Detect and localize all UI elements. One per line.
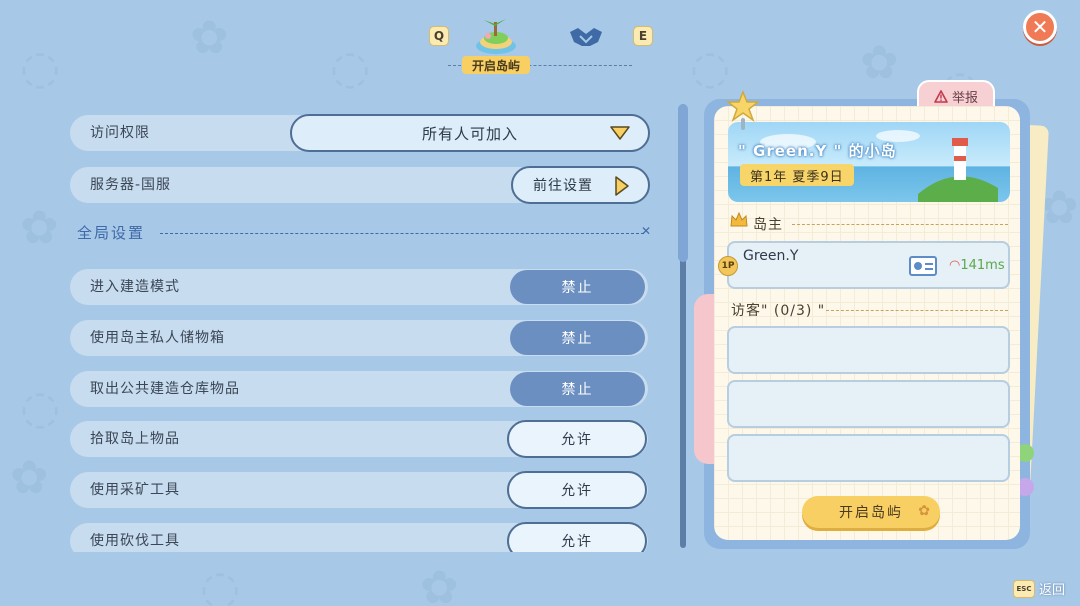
open-island-label: 开启岛屿 (839, 505, 903, 521)
permission-toggle[interactable]: 允许 (507, 471, 647, 509)
access-dropdown[interactable]: 所有人可加入 (290, 114, 650, 152)
visitor-slot[interactable] (727, 434, 1010, 482)
wifi-icon: ◠ (949, 258, 961, 273)
server-label: 服务器-国服 (90, 177, 172, 193)
permission-toggle[interactable]: 禁止 (510, 321, 645, 355)
goto-settings-button[interactable]: 前往设置 (511, 166, 650, 204)
crown-icon (729, 211, 749, 233)
access-row: 访问权限 所有人可加入 (70, 114, 650, 152)
island-name: " Green.Y " 的小岛 (738, 142, 897, 160)
island-banner: " Green.Y " 的小岛 第1年 夏季9日 (728, 122, 1010, 202)
visitor-slot[interactable] (727, 326, 1010, 374)
permission-toggle[interactable]: 允许 (507, 420, 647, 458)
permission-label: 取出公共建造仓库物品 (90, 381, 240, 397)
report-label: 举报 (951, 90, 978, 106)
island-date: 第1年 夏季9日 (740, 164, 854, 186)
permission-label: 拾取岛上物品 (90, 431, 180, 447)
section-title: 全局设置 (77, 224, 146, 242)
close-icon: ✕ (1031, 15, 1049, 39)
chevron-right-icon (615, 176, 629, 196)
star-pin-icon (725, 89, 761, 136)
paw-icon: ✿ (918, 503, 932, 519)
permission-row: 拾取岛上物品 允许 (70, 420, 648, 458)
back-button[interactable]: ESC 返回 (1013, 579, 1065, 598)
permission-label: 使用砍伐工具 (90, 533, 180, 549)
permission-label: 使用采矿工具 (90, 482, 180, 498)
ping-value: 141ms (960, 258, 1005, 273)
profile-card-icon[interactable] (909, 256, 937, 276)
warning-icon (934, 89, 948, 103)
back-label: 返回 (1039, 583, 1066, 598)
permission-toggle[interactable]: 禁止 (510, 372, 645, 406)
close-button[interactable]: ✕ (1023, 10, 1057, 44)
lighthouse-island-illustration (760, 130, 998, 202)
visitors-section-divider (826, 310, 1008, 311)
permission-row: 进入建造模式 禁止 (70, 269, 648, 305)
scrollbar-thumb[interactable] (678, 104, 688, 262)
host-section-divider (792, 224, 1008, 225)
permission-row: 使用砍伐工具 允许 (70, 522, 648, 552)
permission-row: 使用采矿工具 允许 (70, 471, 648, 509)
visitor-slot[interactable] (727, 380, 1010, 428)
section-divider (160, 233, 644, 234)
permission-toggle[interactable]: 禁止 (510, 270, 645, 304)
host-name: Green.Y (743, 248, 799, 264)
goto-settings-label: 前往设置 (533, 178, 593, 194)
access-value: 所有人可加入 (421, 124, 518, 143)
player-one-badge: 1P (718, 256, 738, 276)
permission-row: 使用岛主私人储物箱 禁止 (70, 320, 648, 356)
access-label: 访问权限 (90, 125, 150, 141)
permission-row: 取出公共建造仓库物品 禁止 (70, 371, 648, 407)
divider-end-icon: ✕ (641, 224, 652, 238)
host-section-label: 岛主 (753, 217, 783, 233)
permission-toggle[interactable]: 允许 (507, 522, 647, 552)
ping-readout: ◠141ms (949, 258, 1005, 273)
settings-list: 访问权限 所有人可加入 服务器-国服 前往设置 进入建造模式 禁止 使用岛主私人… (70, 0, 650, 552)
host-slot[interactable]: Green.Y ◠141ms (727, 241, 1010, 289)
chevron-down-icon (610, 126, 630, 140)
open-island-button[interactable]: 开启岛屿 ✿ (802, 496, 940, 528)
permission-label: 进入建造模式 (90, 279, 180, 295)
visitors-section-label: 访客" (0/3) " (731, 303, 826, 319)
permission-label: 使用岛主私人储物箱 (90, 330, 225, 346)
server-row: 服务器-国服 前往设置 (70, 166, 650, 204)
esc-key: ESC (1013, 579, 1035, 598)
